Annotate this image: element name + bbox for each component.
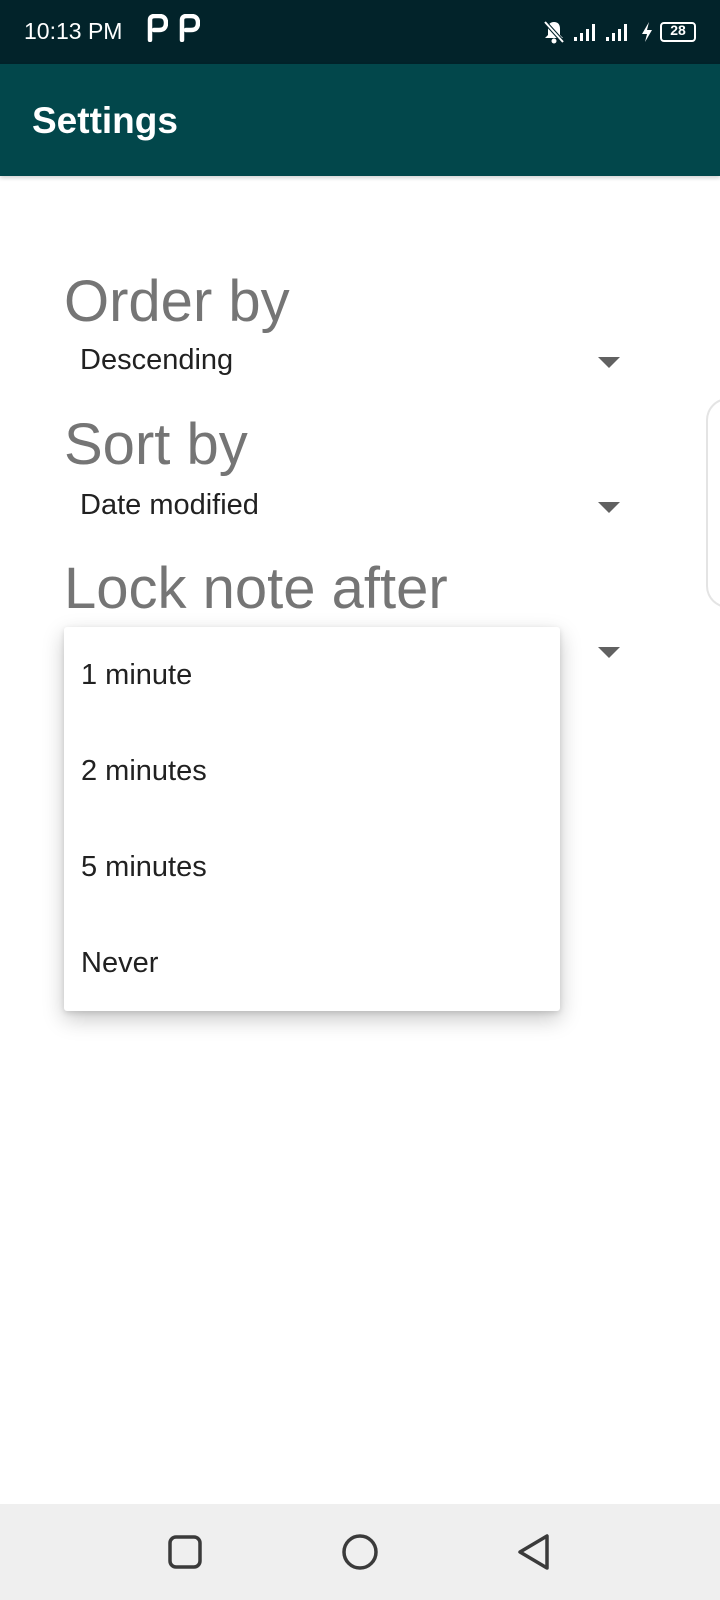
battery-icon: 28 [660, 22, 696, 42]
chevron-down-icon [598, 647, 620, 658]
bell-muted-icon [543, 20, 565, 44]
lock-note-after-label: Lock note after [64, 556, 448, 621]
sort-by-dropdown[interactable]: Date modified [64, 483, 624, 531]
lock-option-1-minute[interactable]: 1 minute [64, 627, 560, 723]
signal-icon [606, 24, 627, 41]
lock-option-5-minutes[interactable]: 5 minutes [64, 819, 560, 915]
chevron-down-icon [598, 502, 620, 513]
signal-icon [574, 24, 595, 41]
charging-icon [642, 22, 652, 42]
order-by-value: Descending [80, 344, 234, 376]
order-by-label: Order by [64, 269, 290, 334]
home-circle-icon[interactable] [340, 1532, 380, 1572]
p-app-icon [147, 14, 168, 42]
edge-panel-handle[interactable] [706, 398, 720, 608]
navigation-bar [0, 1504, 720, 1600]
sort-by-label: Sort by [64, 412, 248, 477]
status-time: 10:13 PM [24, 18, 123, 44]
recents-square-icon[interactable] [165, 1532, 205, 1572]
battery-level: 28 [670, 22, 686, 38]
status-bar: 10:13 PM 28 [0, 0, 720, 64]
lock-option-2-minutes[interactable]: 2 minutes [64, 723, 560, 819]
app-bar: Settings [0, 64, 720, 176]
chevron-down-icon [598, 357, 620, 368]
sort-by-value: Date modified [80, 489, 259, 521]
lock-option-never[interactable]: Never [64, 915, 560, 1011]
back-triangle-icon[interactable] [514, 1532, 554, 1572]
order-by-dropdown[interactable]: Descending [64, 338, 624, 386]
page-title: Settings [32, 100, 178, 141]
lock-options-popup: 1 minute 2 minutes 5 minutes Never [64, 627, 560, 1011]
p-app-icon [179, 14, 200, 42]
settings-screen: 10:13 PM 28 Settings Order by Descending… [0, 0, 720, 1600]
